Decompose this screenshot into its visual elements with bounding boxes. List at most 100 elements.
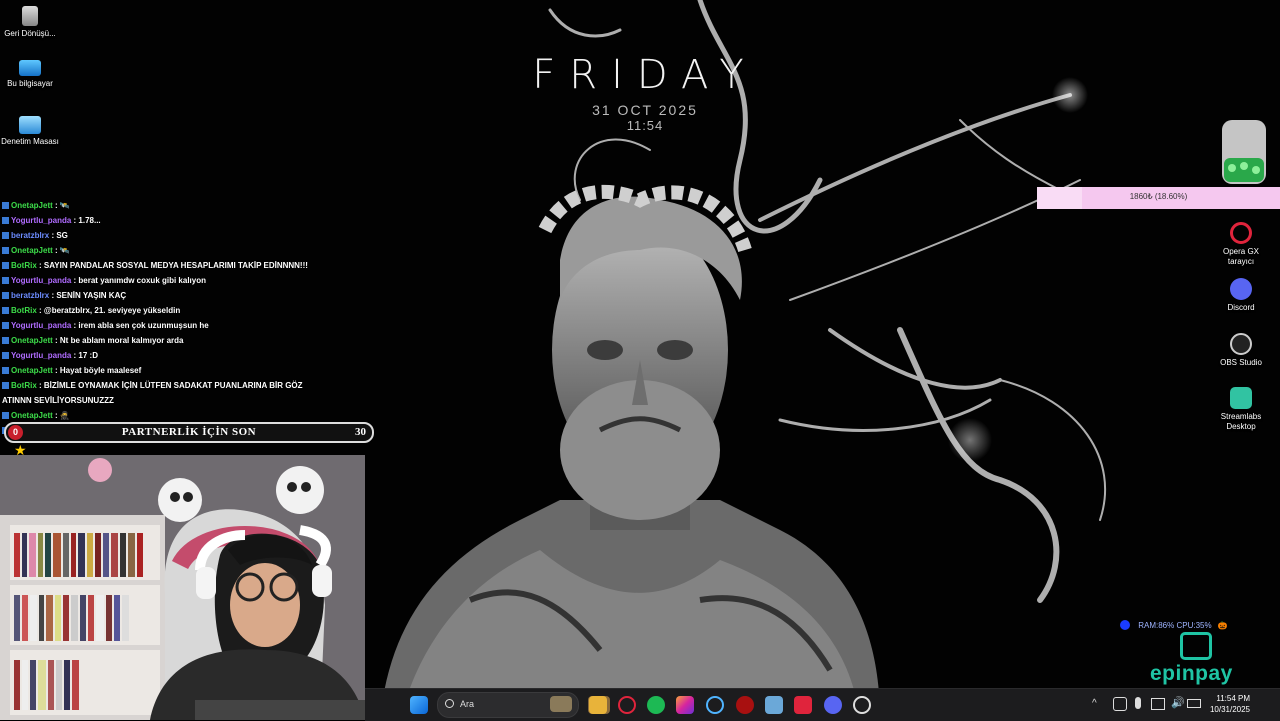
opera-gx-taskbar-icon[interactable] [618,696,636,714]
search-icon [445,699,454,708]
webcam-feed [0,455,365,720]
chat-text: ATINNN SEVİLİYORSUNUZZZ [2,396,114,405]
chat-text: 17 :D [78,351,98,360]
chat-separator: : [36,381,44,390]
epinpay-logo-text: epinpay [1150,662,1233,685]
spotify-icon[interactable] [647,696,665,714]
chat-text: Nt be ablam moral kalmıyor arda [59,336,184,345]
desktop-icon-label: Discord [1227,303,1255,312]
sync-icon[interactable] [1113,697,1127,711]
desktop-icon-label: OBS Studio [1220,358,1262,367]
desktop-icon-this-pc[interactable]: Bu bilgisayar [0,60,60,89]
chat-message: Yogurtlu_panda : 17 :D [2,348,372,363]
chevron-up-icon[interactable]: ^ [1092,698,1097,709]
chat-text: @beratzblrx, 21. seviyeye yükseldin [43,306,181,315]
chat-separator: : [36,306,44,315]
stream-chat: OnetapJett : 🛰️ Yogurtlu_panda : 1.78... b… [2,198,372,438]
chat-message: Yogurtlu_panda : berat yanımdw coxuk gib… [2,273,372,288]
search-highlight-icon [550,696,572,712]
control-panel-icon [19,116,41,134]
badge-icon [2,307,9,314]
opera-gx-icon [1230,222,1252,244]
chat-text: 🥷 [59,411,70,420]
chat-message: ATINNN SEVİLİYORSUNUZZZ [2,393,372,408]
chat-text: Hayat böyle maalesef [59,366,142,375]
badge-icon [2,292,9,299]
webcam-image [0,455,365,720]
partner-goal-label: PARTNERLİK İÇİN SON [121,426,257,438]
chat-message: OnetapJett : 🛰️ [2,243,372,258]
volume-icon[interactable]: 🔊 [1171,696,1185,709]
desktop-icon-label: Geri Dönüşü... [4,29,56,38]
clock-time: 11:54 [626,118,664,133]
chat-separator: : [52,336,60,345]
epinpay-logo: epinpay [1150,628,1245,686]
badge-icon [2,202,9,209]
badge-icon [2,382,9,389]
chat-username: Yogurtlu_panda [11,216,72,225]
recycle-bin-icon [22,6,38,26]
discord-taskbar-icon[interactable] [824,696,842,714]
taskbar-clock[interactable]: 11:54 PM 10/31/2025 [1210,693,1250,715]
desktop-icon-recycle-bin[interactable]: Geri Dönüşü... [0,6,60,39]
app-icon[interactable] [765,696,783,714]
desktop-icon-discord[interactable]: Discord [1211,278,1271,313]
chat-message: OnetapJett : 🥷 [2,408,372,423]
clock-day: FRIDAY [532,52,758,98]
chat-text: SENİN YAŞIN KAÇ [56,291,127,300]
chat-text: irem abla sen çok uzunmuşsun he [78,321,209,330]
desktop-icon-opera-gx[interactable]: Opera GX tarayıcı [1211,222,1271,267]
chat-text: BİZİMLE OYNAMAK İÇİN LÜTFEN SADAKAT PUAN… [43,381,303,390]
instagram-icon[interactable] [676,696,694,714]
chat-separator: : [36,261,44,270]
clock-widget: FRIDAY 31 OCT 2025 11:54 [480,52,810,133]
desktop-icon-obs-studio[interactable]: OBS Studio [1211,333,1271,368]
chat-username: beratzblrx [11,291,50,300]
display-icon[interactable] [1151,698,1165,710]
desktop-icon-streamlabs[interactable]: Streamlabs Desktop [1211,387,1271,432]
taskbar-search[interactable]: Ara [437,692,579,718]
badge-icon [2,367,9,374]
chat-text: SAYIN PANDALAR SOSYAL MEDYA HESAPLARIMI … [43,261,308,270]
chat-username: Yogurtlu_panda [11,321,72,330]
chat-username: BotRix [11,306,37,315]
windows-start-icon[interactable] [410,696,428,714]
chat-username: OnetapJett [11,201,53,210]
discord-icon [1230,278,1252,300]
donation-goal-text: 1860₺ (18.60%) [1129,192,1188,201]
epinpay-emblem-icon [1180,632,1212,660]
chat-text: 🛰️ [59,201,70,210]
desktop-icon-label: Streamlabs Desktop [1220,412,1262,431]
chat-message: beratzblrx : SG [2,228,372,243]
obs-taskbar-icon[interactable] [853,696,871,714]
valorant-icon[interactable] [794,696,812,714]
chat-username: beratzblrx [11,231,50,240]
desktop-icon-label: Denetim Masası [1,137,59,146]
badge-icon [2,352,9,359]
chat-username: Yogurtlu_panda [11,276,72,285]
desktop-icon-label: Opera GX tarayıcı [1222,247,1259,266]
chat-username: OnetapJett [11,336,53,345]
chat-text: SG [56,231,68,240]
partner-right-count: 30 [355,426,366,438]
chat-separator: : [52,246,60,255]
badge-icon [2,412,9,419]
chat-message: Yogurtlu_panda : 1.78... [2,213,372,228]
chat-username: OnetapJett [11,246,53,255]
riot-icon[interactable] [736,696,754,714]
badge-icon [2,277,9,284]
microphone-icon[interactable] [1135,697,1141,709]
chat-text: berat yanımdw coxuk gibi kalıyon [78,276,206,285]
chat-text: 🛰️ [59,246,70,255]
chat-message: Yogurtlu_panda : irem abla sen çok uzunm… [2,318,372,333]
chat-username: OnetapJett [11,411,53,420]
chat-message: OnetapJett : Nt be ablam moral kalmıyor … [2,333,372,348]
chat-separator: : [52,411,60,420]
monitor-icon [19,60,41,76]
chat-username: BotRix [11,261,37,270]
partner-goal-bar: 0 PARTNERLİK İÇİN SON 30 [4,422,374,443]
desktop-icon-control-panel[interactable]: Denetim Masası [0,116,60,147]
battery-icon[interactable] [1187,699,1201,708]
file-explorer-icon[interactable] [589,696,607,714]
copilot-icon[interactable] [706,696,724,714]
